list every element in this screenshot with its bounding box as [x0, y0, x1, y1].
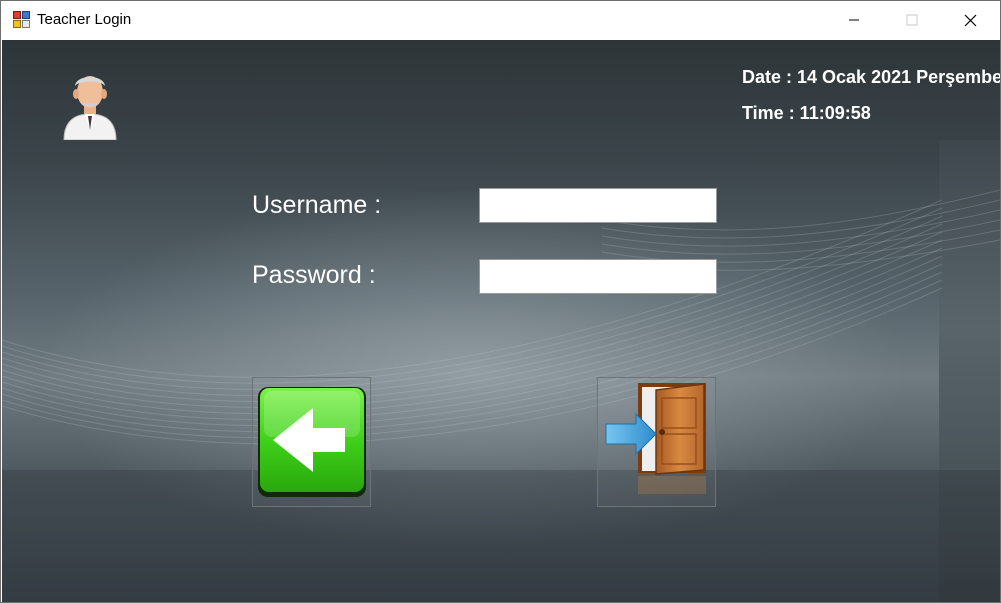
background-waves [2, 189, 1000, 602]
back-button[interactable] [252, 377, 371, 507]
close-icon [964, 14, 976, 26]
login-button[interactable] [597, 377, 716, 507]
date-display: Date : 14 Ocak 2021 Perşembe [742, 67, 1000, 87]
title-bar[interactable]: Teacher Login [1, 1, 1000, 39]
teacher-login-window: Teacher Login Date: 14 Ocak 2021 Perşem… [0, 0, 1001, 603]
minimize-icon [849, 19, 859, 21]
password-label: Password : [252, 261, 376, 289]
window-title: Teacher Login [37, 11, 132, 28]
username-label: Username : [252, 191, 382, 219]
app-icon [13, 11, 30, 28]
teacher-avatar-icon [63, 76, 117, 140]
login-panel: Date : 14 Ocak 2021 Perşembe Time : 11:0… [2, 40, 1000, 602]
close-button[interactable] [947, 1, 993, 39]
minimize-button[interactable] [831, 1, 877, 39]
arrow-left-icon [258, 387, 366, 497]
time-display: Time : 11:09:58 [742, 103, 871, 123]
password-field[interactable] [479, 259, 717, 294]
door-enter-icon [605, 383, 706, 494]
maximize-button[interactable] [889, 1, 935, 39]
username-field[interactable] [479, 188, 717, 223]
maximize-icon [906, 14, 918, 26]
